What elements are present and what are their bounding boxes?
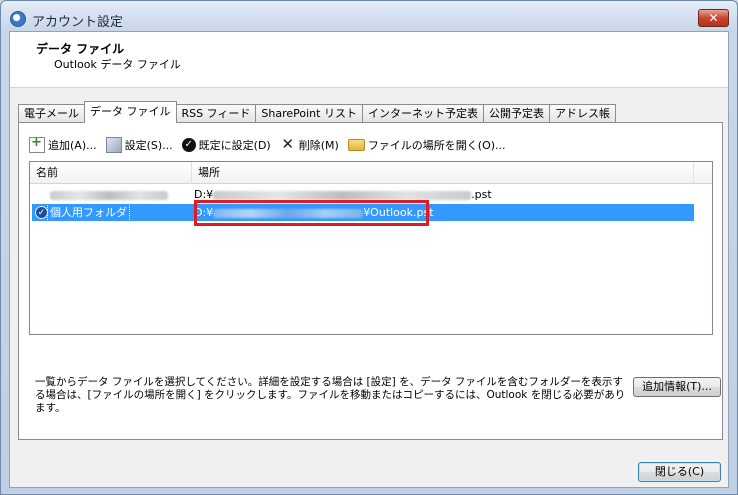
redacted-path [213,208,364,218]
tab-rss-feeds[interactable]: RSS フィード [175,104,257,123]
redacted-path [213,190,472,200]
page-subtitle: Outlook データ ファイル [54,58,181,71]
tab-strip: 電子メール データ ファイル RSS フィード SharePoint リスト イ… [18,101,616,123]
tab-address-books[interactable]: アドレス帳 [548,104,616,123]
open-file-location-button[interactable]: ファイルの場所を開く(O)... [347,137,506,153]
column-header-location[interactable]: 場所 [192,162,694,184]
title-bar[interactable]: アカウント設定 ✕ [1,1,737,31]
toolbar: 追加(A)... 設定(S)... ✓ 既定に設定(D) ✕ 削除(M) ファイ… [29,135,515,155]
list-item-selected[interactable]: ✓ 個人用フォルダ D:¥ ¥Outlook.pst [32,203,694,222]
data-file-list[interactable]: 名前 場所 D:¥ .pst ✓ 個人用フォルダ D:¥ ¥Outlook.pst [29,161,713,335]
list-header: 名前 場所 [30,162,712,184]
delete-x-icon: ✕ [281,135,295,153]
list-item[interactable]: D:¥ .pst [32,186,694,203]
tab-internet-calendars[interactable]: インターネット予定表 [361,104,484,123]
list-item-name: 個人用フォルダ [47,203,130,222]
add-button-label: 追加(A)... [48,139,97,152]
help-text: 一覧からデータ ファイルを選択してください。詳細を設定する場合は [設定] を、… [35,376,626,414]
delete-button[interactable]: ✕ 削除(M) [280,135,339,153]
tab-sharepoint-lists[interactable]: SharePoint リスト [255,104,363,123]
settings-icon [105,137,122,153]
outlook-app-icon [10,11,26,27]
open-file-location-label: ファイルの場所を開く(O)... [367,139,506,152]
list-item-name-redacted [50,186,168,203]
page-title: データ ファイル [36,42,125,56]
add-button[interactable]: 追加(A)... [29,135,97,153]
account-settings-window: アカウント設定 ✕ データ ファイル Outlook データ ファイル 電子メー… [0,0,738,495]
location-prefix: D:¥ [194,188,214,201]
data-files-panel: 追加(A)... 設定(S)... ✓ 既定に設定(D) ✕ 削除(M) ファイ… [18,122,723,440]
tab-data-files[interactable]: データ ファイル [84,101,177,123]
settings-button-label: 設定(S)... [124,139,173,152]
location-suffix: ¥Outlook.pst [363,206,434,219]
window-close-button[interactable]: ✕ [698,9,729,27]
tab-email[interactable]: 電子メール [18,104,85,123]
header-panel: データ ファイル Outlook データ ファイル [10,32,728,88]
close-button[interactable]: 閉じる(C) [638,462,721,482]
window-title: アカウント設定 [32,15,124,30]
settings-button[interactable]: 設定(S)... [105,137,173,153]
check-circle-icon: ✓ [181,138,196,152]
list-item-location: D:¥ .pst [194,186,492,203]
column-header-name[interactable]: 名前 [30,162,192,184]
set-default-button-label: 既定に設定(D) [198,139,271,152]
set-default-button[interactable]: ✓ 既定に設定(D) [181,137,271,153]
location-prefix: D:¥ [194,206,214,219]
tab-published-calendars[interactable]: 公開予定表 [482,104,550,123]
add-file-icon [29,135,45,153]
redacted-name [50,190,168,200]
more-info-button[interactable]: 追加情報(T)... [633,377,721,397]
default-check-icon: ✓ [35,206,48,219]
list-item-location: D:¥ ¥Outlook.pst [194,204,434,221]
folder-icon [347,139,365,151]
delete-button-label: 削除(M) [298,139,339,152]
dialog-client: データ ファイル Outlook データ ファイル 電子メール データ ファイル… [9,31,729,488]
location-suffix: .pst [471,188,492,201]
